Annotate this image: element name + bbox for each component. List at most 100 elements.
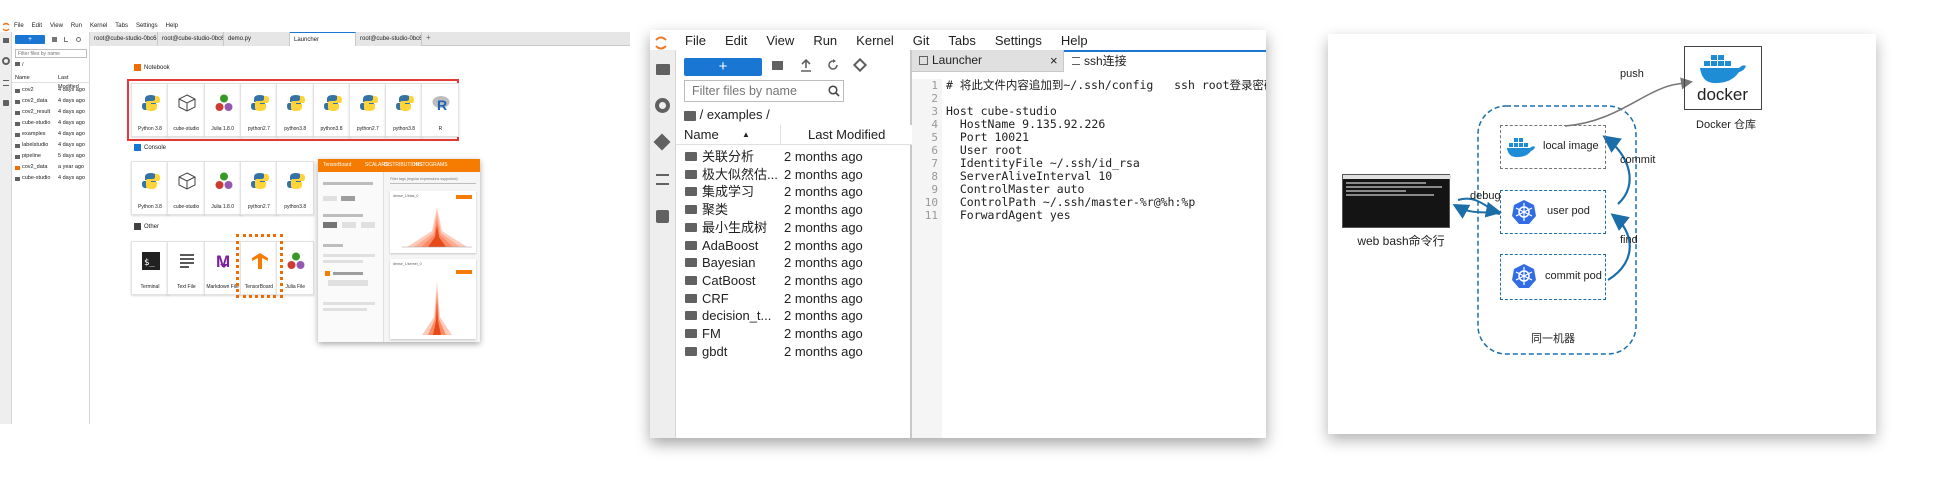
menu-item-git[interactable]: Git (913, 33, 930, 48)
name-column-header[interactable]: Name (684, 125, 719, 145)
upload-icon[interactable] (800, 59, 812, 72)
filter-files-input[interactable]: Filter files by name (15, 49, 87, 58)
menu-item-tabs[interactable]: Tabs (115, 23, 128, 29)
list-item[interactable]: gbdt 2 months ago (676, 343, 912, 361)
launcher-card-notebook[interactable]: python3.8 (312, 83, 351, 137)
list-item[interactable]: FM 2 months ago (676, 325, 912, 343)
menu-item-file[interactable]: File (14, 23, 24, 29)
new-launcher-button[interactable]: + (684, 58, 762, 76)
close-icon[interactable]: × (1050, 50, 1058, 71)
tab-2[interactable]: demo.py (224, 32, 290, 46)
tab-4[interactable]: root@cube-studio-0bc6-7f48f64ffb-ghh6t:/… (356, 32, 422, 46)
sidebar-button[interactable] (323, 222, 337, 228)
launcher-card-console[interactable]: python2.7 (239, 161, 278, 215)
tab-histograms[interactable]: HISTOGRAMS (414, 159, 448, 172)
list-item[interactable]: decision_t... 2 months ago (676, 307, 912, 325)
sidebar-button[interactable] (341, 196, 355, 201)
launcher-card-console[interactable]: python3.8 (276, 161, 315, 215)
menu-item-edit[interactable]: Edit (725, 33, 747, 48)
sidebar-button[interactable] (361, 222, 375, 228)
list-item[interactable]: 聚类 2 months ago (676, 201, 912, 219)
list-item[interactable]: 关联分析 2 months ago (676, 148, 912, 166)
list-item[interactable]: CRF 2 months ago (676, 290, 912, 308)
sidebar-button[interactable] (328, 280, 368, 286)
menu-item-kernel[interactable]: Kernel (856, 33, 894, 48)
add-tab-icon[interactable]: + (426, 34, 434, 42)
launcher-card-console[interactable]: cube-studio (167, 161, 206, 215)
folder-icon[interactable] (656, 64, 670, 75)
tag-filter-input[interactable]: Filter tags (regular expressions support… (390, 175, 476, 184)
list-item[interactable]: cube-studio 4 days ago (12, 173, 118, 184)
menu-item-settings[interactable]: Settings (136, 23, 158, 29)
new-launcher-button[interactable]: + (15, 35, 45, 44)
menu-item-settings[interactable]: Settings (995, 33, 1042, 48)
tab-ssh[interactable]: ssh连接 (1064, 50, 1266, 72)
menu-item-help[interactable]: Help (166, 23, 178, 29)
menu-item-file[interactable]: File (685, 33, 706, 48)
git-clone-icon[interactable] (852, 57, 868, 73)
last-modified-column-header[interactable]: Last Modified (808, 125, 885, 145)
menu-item-help[interactable]: Help (1061, 33, 1088, 48)
list-item[interactable]: AdaBoost 2 months ago (676, 237, 912, 255)
list-item[interactable]: 集成学习 2 months ago (676, 183, 912, 201)
menu-item-run[interactable]: Run (813, 33, 837, 48)
breadcrumb[interactable]: / (15, 62, 24, 68)
column-divider[interactable] (780, 125, 781, 145)
list-item[interactable]: labelstudio 4 days ago (12, 140, 118, 151)
menu-item-tabs[interactable]: Tabs (948, 33, 975, 48)
file-list-header[interactable]: Name Last Modified (12, 74, 90, 90)
menu-item-kernel[interactable]: Kernel (90, 23, 107, 29)
breadcrumb[interactable]: / examples / (684, 106, 770, 124)
name-column-header[interactable]: Name (15, 74, 30, 83)
file-list-header[interactable]: Name ▲ Last Modified (676, 125, 912, 145)
upload-icon[interactable] (64, 37, 68, 42)
sidebar-button[interactable] (342, 222, 356, 228)
launcher-card-notebook[interactable]: Python 3.8 (131, 83, 169, 137)
launcher-card-notebook[interactable]: python2.7 (239, 83, 278, 137)
code-editor[interactable]: # 将此文件内容追加到~/.ssh/config ssh root登录密码 Hos… (946, 79, 1266, 438)
list-item[interactable]: cube-studio 4 days ago (12, 118, 118, 129)
folder-icon[interactable] (3, 38, 9, 43)
table-of-contents-icon[interactable] (656, 174, 669, 185)
launcher-card-notebook[interactable]: python3.8 (385, 83, 424, 137)
launcher-card-notebook[interactable]: python3.8 (276, 83, 315, 137)
list-item[interactable]: 极大似然估... 2 months ago (676, 166, 912, 184)
list-item[interactable]: examples 4 days ago (12, 129, 118, 140)
menu-item-edit[interactable]: Edit (32, 23, 42, 29)
launcher-card-notebook[interactable]: RR (421, 83, 460, 137)
new-folder-icon[interactable] (772, 61, 783, 70)
running-icon[interactable] (2, 57, 10, 65)
refresh-icon[interactable] (827, 59, 839, 72)
filter-files-input[interactable]: Filter files by name (684, 80, 844, 102)
launcher-card-notebook[interactable]: python2.7 (348, 83, 387, 137)
sidebar-button[interactable] (323, 196, 337, 201)
tab-launcher[interactable]: Launcher × (912, 50, 1064, 71)
commands-icon[interactable] (3, 80, 9, 86)
menu-item-run[interactable]: Run (71, 23, 82, 29)
list-item[interactable]: cov2_result 4 days ago (12, 107, 118, 118)
launcher-card-notebook[interactable]: Julia 1.8.0 (203, 83, 242, 137)
list-item[interactable]: cov2 4 days ago (12, 85, 118, 96)
list-item[interactable]: 最小生成树 2 months ago (676, 219, 912, 237)
running-sessions-icon[interactable] (655, 98, 670, 113)
tab-0[interactable]: root@cube-studio-0bc6-7f48f64ffb-ghh6t:/… (90, 32, 158, 46)
menu-item-view[interactable]: View (766, 33, 794, 48)
tab-3[interactable]: Launcher (290, 32, 356, 46)
list-item[interactable]: pipeline 5 days ago (12, 151, 118, 162)
list-item[interactable]: cov2_data a year ago (12, 162, 118, 173)
list-item[interactable]: Bayesian 2 months ago (676, 254, 912, 272)
list-item[interactable]: CatBoost 2 months ago (676, 272, 912, 290)
list-item[interactable]: cov2_data 4 days ago (12, 96, 118, 107)
sort-ascending-icon[interactable]: ▲ (742, 125, 750, 145)
launcher-card-console[interactable]: Python 3.8 (131, 161, 169, 215)
launcher-card-notebook[interactable]: cube-studio (167, 83, 206, 137)
launcher-card-other[interactable]: $_ Terminal (131, 241, 169, 295)
checkbox[interactable] (325, 271, 330, 276)
menu-item-view[interactable]: View (50, 23, 63, 29)
launcher-card-console[interactable]: Julia 1.8.0 (203, 161, 242, 215)
refresh-icon[interactable] (76, 37, 81, 42)
extension-manager-icon[interactable] (656, 210, 669, 223)
git-icon[interactable] (653, 133, 671, 151)
new-folder-icon[interactable] (52, 37, 57, 42)
extension-icon[interactable] (3, 100, 9, 106)
